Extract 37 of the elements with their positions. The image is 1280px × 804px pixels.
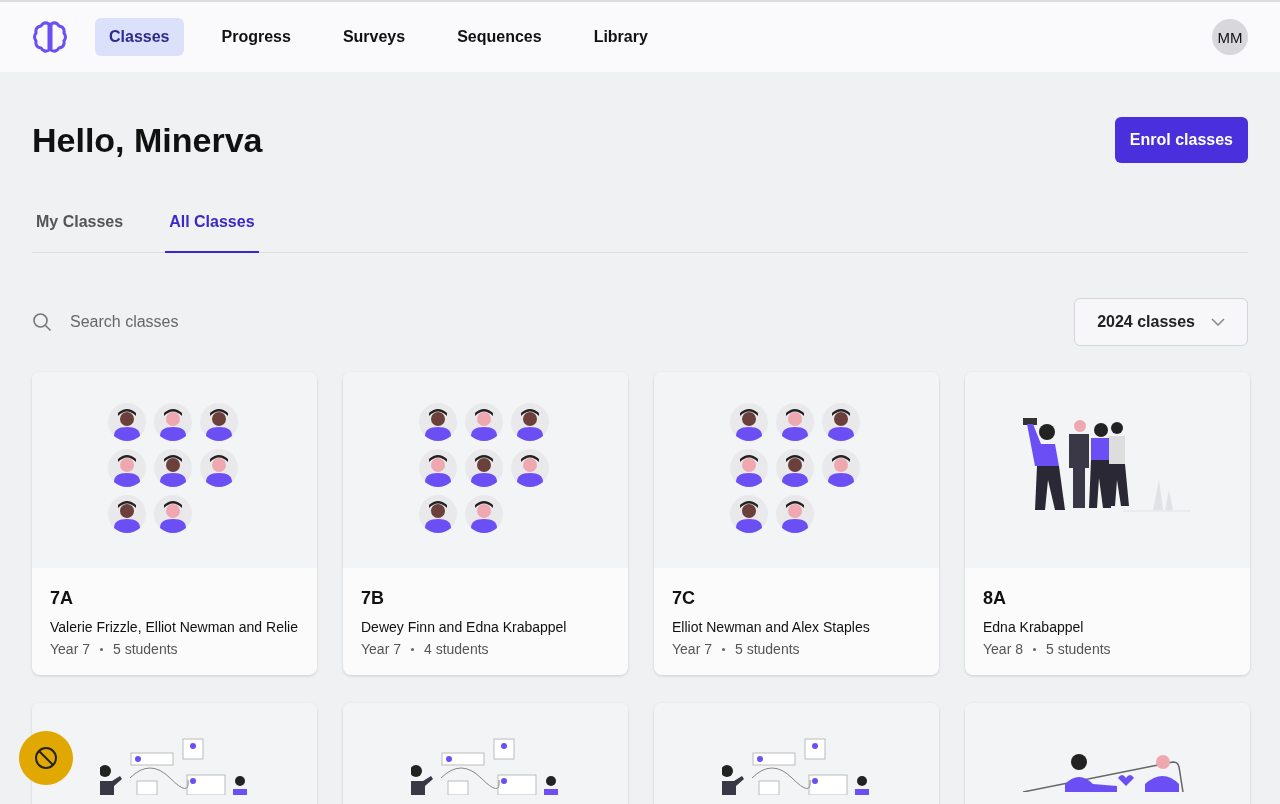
floating-action-button[interactable] xyxy=(19,731,73,785)
year-level: Year 8 xyxy=(983,641,1023,657)
year-level: Year 7 xyxy=(50,641,90,657)
teacher-names: Dewey Finn and Edna Krabappel xyxy=(361,619,568,635)
year-level: Year 7 xyxy=(672,641,712,657)
class-tab[interactable]: All Classes xyxy=(165,205,259,253)
student-count: 4 students xyxy=(423,641,489,657)
no-entry-icon xyxy=(34,746,58,770)
teacher-names: Elliot Newman and Alex Staples xyxy=(672,619,871,635)
class-name: 8A xyxy=(983,588,1007,609)
class-card[interactable]: 7A Valerie Frizzle, Elliot Newman and Relie Year 7 5 students xyxy=(32,372,317,675)
greeting-heading: Hello, Minerva xyxy=(32,120,263,160)
student-count: 5 students xyxy=(734,641,800,657)
class-card[interactable]: 7C Elliot Newman and Alex Staples Year 7 5 students xyxy=(654,372,939,675)
nav-tab[interactable]: Sequences xyxy=(443,18,556,56)
class-name: 7A xyxy=(50,588,74,609)
class-card[interactable]: 7B Dewey Finn and Edna Krabappel Year 7 4 students xyxy=(343,372,628,675)
class-card[interactable]: 8A Edna Krabappel Year 8 5 students xyxy=(965,372,1250,675)
nav-tab[interactable]: Classes xyxy=(95,18,184,56)
year-dropdown[interactable]: 2024 classes xyxy=(1074,298,1248,346)
student-count: 5 students xyxy=(1045,641,1111,657)
brain-logo-icon[interactable] xyxy=(32,19,68,55)
student-count: 5 students xyxy=(112,641,178,657)
teacher-names: Edna Krabappel xyxy=(983,619,1085,635)
enrol-classes-button[interactable]: Enrol classes xyxy=(1114,117,1248,163)
class-name: 7B xyxy=(361,588,385,609)
search-field[interactable]: Search classes xyxy=(68,312,372,332)
search-icon xyxy=(32,312,52,332)
year-level: Year 7 xyxy=(361,641,401,657)
class-tab[interactable]: My Classes xyxy=(32,205,128,253)
nav-tab[interactable]: Surveys xyxy=(328,18,420,56)
chevron-down-icon xyxy=(1211,318,1225,326)
user-avatar[interactable]: MM xyxy=(1212,19,1248,55)
nav-tab[interactable]: Library xyxy=(579,18,662,56)
nav-tab[interactable]: Progress xyxy=(207,18,305,56)
class-name: 7C xyxy=(672,588,696,609)
teacher-names: Valerie Frizzle, Elliot Newman and Relie xyxy=(50,619,299,635)
